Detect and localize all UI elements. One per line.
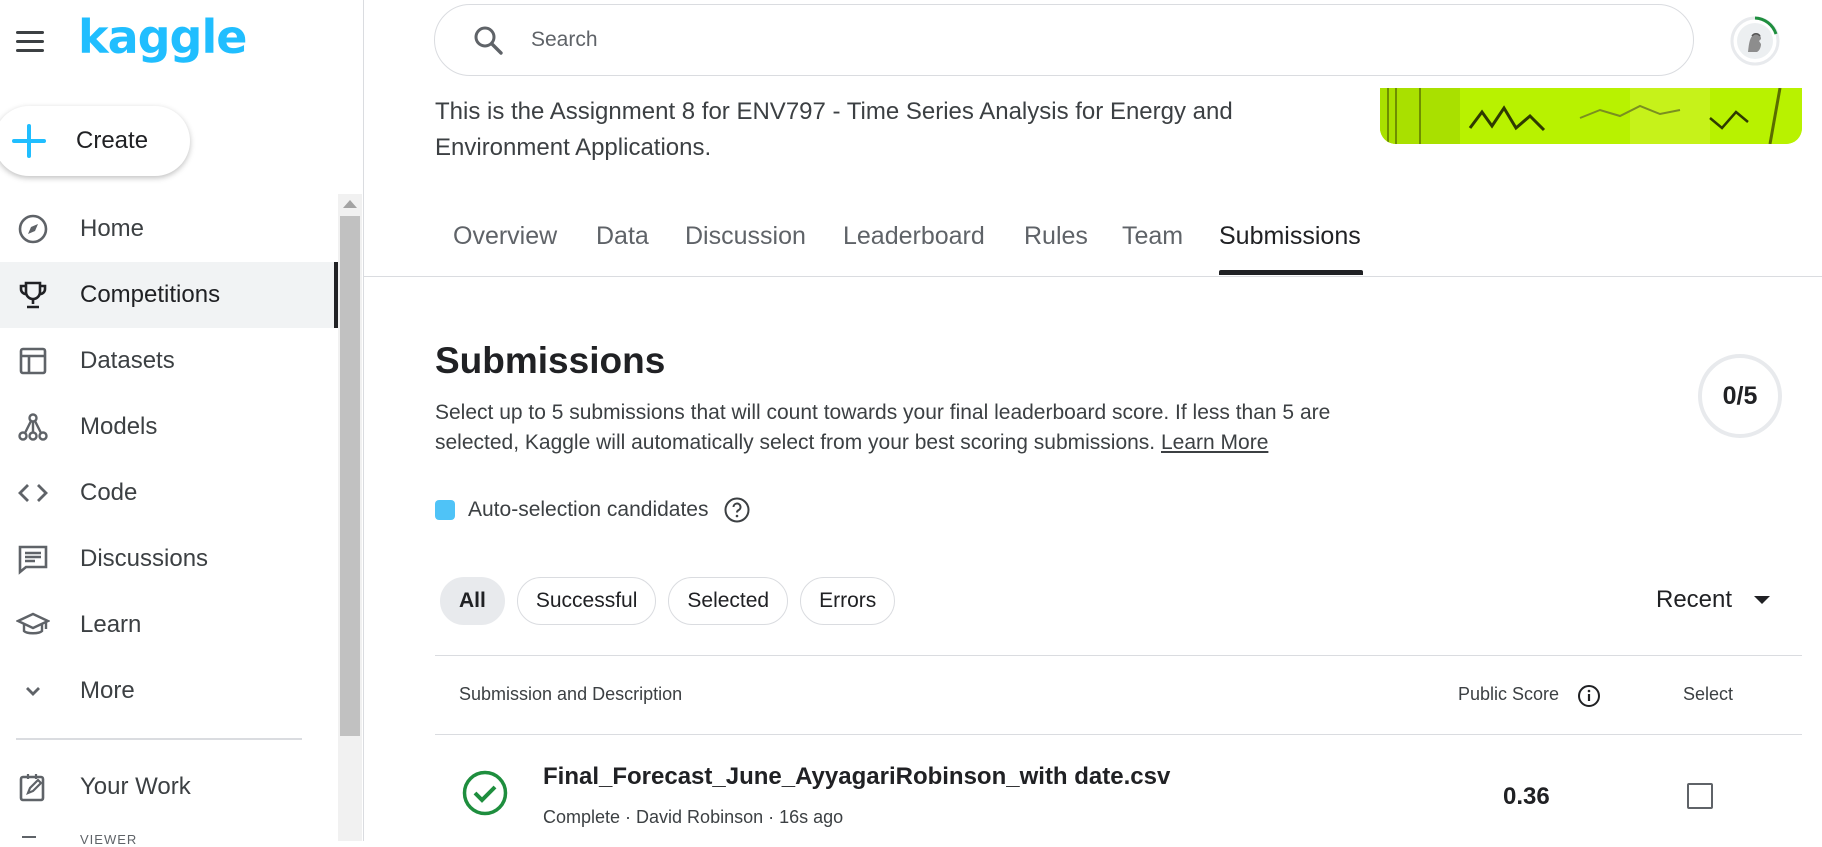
sidebar-item-label: Discussions	[80, 545, 209, 572]
scrollbar-thumb[interactable]	[340, 216, 360, 736]
sidebar-item-label: More	[80, 677, 135, 704]
column-submission: Submission and Description	[459, 684, 683, 704]
filter-successful[interactable]: Successful	[516, 577, 657, 625]
submission-file-name[interactable]: Final_Forecast_June_AyyagariRobinson_wit…	[543, 763, 1170, 791]
select-checkbox[interactable]	[1687, 783, 1713, 809]
sidebar-item-learn[interactable]: Learn	[0, 592, 338, 658]
sidebar-nav: Home Competitions Datasets Models Code D…	[0, 196, 338, 820]
auto-selection-legend: Auto-selection candidates	[435, 496, 751, 524]
tab-data[interactable]: Data	[596, 222, 649, 251]
help-icon[interactable]	[723, 496, 751, 524]
kaggle-logo[interactable]: kaggle	[78, 10, 247, 64]
info-icon[interactable]	[1577, 684, 1601, 708]
viewer-section-label: VIEWER	[80, 832, 138, 847]
column-public-score: Public Score	[1458, 684, 1560, 704]
competition-banner-image	[1380, 88, 1802, 144]
sidebar-item-models[interactable]: Models	[0, 394, 338, 460]
filter-errors[interactable]: Errors	[800, 577, 896, 625]
sidebar-item-label: Competitions	[80, 281, 221, 308]
models-icon	[16, 410, 50, 444]
sidebar-item-more[interactable]: More	[0, 658, 338, 724]
competition-tabs: Overview Data Discussion Leaderboard Rul…	[364, 208, 1822, 277]
trophy-icon	[16, 278, 50, 312]
sort-label: Recent	[1656, 586, 1733, 613]
graduation-cap-icon	[16, 608, 50, 642]
sidebar-item-label: Models	[80, 413, 158, 440]
sidebar-item-discussions[interactable]: Discussions	[0, 526, 338, 592]
table-row: Final_Forecast_June_AyyagariRobinson_wit…	[435, 735, 1802, 841]
filter-selected[interactable]: Selected	[668, 577, 789, 625]
tab-overview[interactable]: Overview	[453, 222, 557, 251]
sidebar-scrollbar[interactable]	[338, 194, 362, 841]
tab-rules[interactable]: Rules	[1024, 222, 1088, 251]
active-tab-indicator	[1219, 270, 1363, 275]
submissions-description: Select up to 5 submissions that will cou…	[435, 398, 1375, 458]
chevron-down-icon	[16, 674, 50, 708]
caret-down-icon	[1754, 596, 1771, 604]
sidebar-divider	[16, 738, 302, 740]
learn-more-link[interactable]: Learn More	[1161, 431, 1268, 454]
competition-description: This is the Assignment 8 for ENV797 - Ti…	[435, 98, 1233, 161]
discussions-icon	[16, 542, 50, 576]
hamburger-menu-icon[interactable]	[16, 24, 50, 58]
public-score-value: 0.36	[1503, 783, 1550, 810]
create-button[interactable]: Create	[0, 106, 190, 176]
plus-icon	[12, 124, 46, 158]
tab-team[interactable]: Team	[1122, 222, 1183, 251]
filter-chips: All Successful Selected Errors	[440, 577, 896, 625]
submissions-table-header: Submission and Description Public Score …	[435, 655, 1802, 735]
tab-leaderboard[interactable]: Leaderboard	[843, 222, 985, 251]
sort-dropdown[interactable]: Recent	[1656, 586, 1771, 614]
sidebar-item-label: Datasets	[80, 347, 175, 374]
sidebar-item-datasets[interactable]: Datasets	[0, 328, 338, 394]
search-bar[interactable]	[434, 4, 1694, 76]
sidebar-item-your-work[interactable]: Your Work	[0, 754, 338, 820]
column-select: Select	[1683, 684, 1734, 704]
code-icon	[16, 476, 50, 510]
user-avatar[interactable]	[1730, 16, 1780, 66]
tab-discussion[interactable]: Discussion	[685, 222, 806, 251]
search-icon	[474, 26, 503, 55]
submission-meta: Complete · David Robinson · 16s ago	[543, 807, 844, 827]
sidebar-item-code[interactable]: Code	[0, 460, 338, 526]
legend-swatch	[435, 500, 455, 520]
filter-all[interactable]: All	[440, 577, 505, 625]
scroll-up-arrow-icon[interactable]	[343, 200, 357, 208]
sidebar-item-home[interactable]: Home	[0, 196, 338, 262]
sidebar-item-competitions[interactable]: Competitions	[0, 262, 338, 328]
page-title: Submissions	[435, 340, 666, 381]
create-label: Create	[76, 127, 149, 154]
selection-counter: 0/5	[1698, 354, 1782, 438]
table-icon	[16, 344, 50, 378]
check-circle-icon	[462, 770, 508, 816]
edit-note-icon	[16, 770, 50, 804]
search-input[interactable]	[529, 27, 1633, 53]
sidebar-item-label: Your Work	[80, 773, 191, 800]
tab-submissions[interactable]: Submissions	[1219, 222, 1361, 251]
legend-label: Auto-selection candidates	[468, 498, 709, 521]
sidebar-item-label: Learn	[80, 611, 142, 638]
sidebar-item-label: Home	[80, 215, 145, 242]
sidebar-item-label: Code	[80, 479, 138, 506]
sidebar: kaggle Create Home Competitions Datasets	[0, 0, 364, 847]
compass-icon	[16, 212, 50, 246]
viewer-dash	[22, 836, 36, 838]
